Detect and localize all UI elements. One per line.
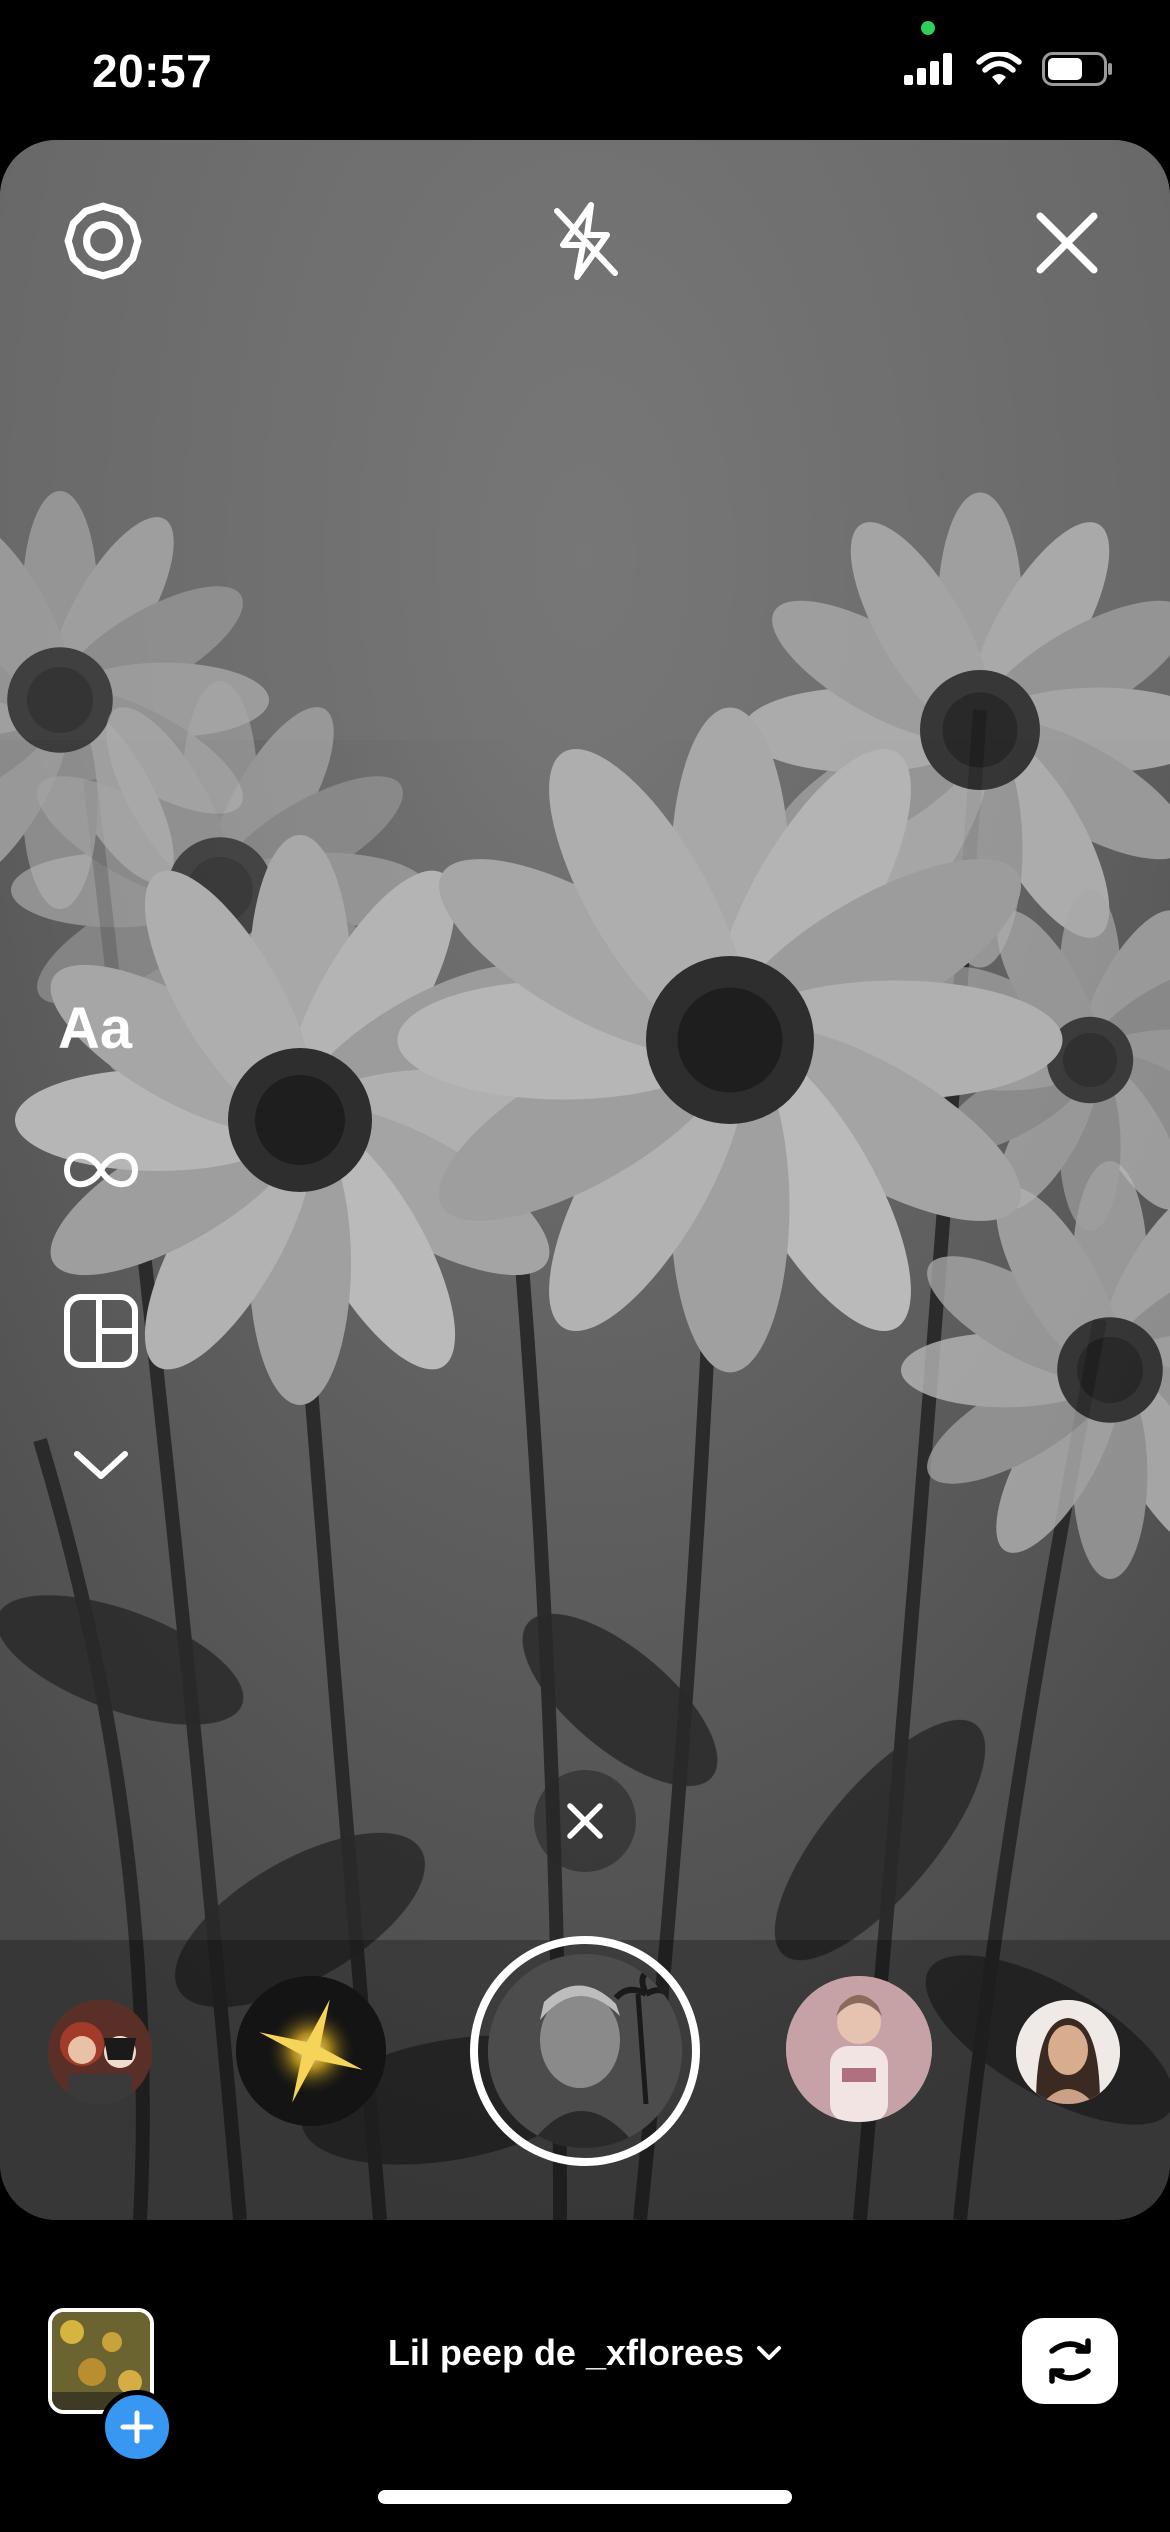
camera-viewport[interactable]: Aa [0,140,1170,2220]
effect-item-5[interactable] [1016,2000,1120,2104]
effect-item-1[interactable] [48,2000,152,2104]
layout-grid-icon [64,1294,138,1368]
chevron-down-icon [74,1451,128,1479]
battery-icon [1042,52,1112,86]
effect-avatar-pink-icon [786,1976,932,2122]
status-bar: 20:57 [0,0,1170,140]
settings-button[interactable] [60,198,146,284]
effect-item-selected[interactable] [470,1936,700,2166]
close-camera-button[interactable] [1024,200,1110,286]
boomerang-infinity-icon [63,1152,139,1188]
selected-effect-icon [488,1954,682,2148]
camera-flip-icon [1049,2338,1091,2384]
close-icon [567,1803,603,1839]
cellular-signal-icon [904,53,952,85]
chevron-down-icon [757,2346,782,2360]
camera-preview-image [0,140,1170,2220]
close-icon [1036,212,1098,274]
selected-effect-preview [488,1954,682,2148]
status-time: 20:57 [92,45,213,97]
sparkle-star-icon [236,1976,386,2126]
flash-off-icon [554,202,618,280]
effect-avatar-illustration-icon [48,2000,152,2104]
remove-effect-button[interactable] [534,1770,636,1872]
status-icons [904,52,1114,86]
boomerang-button[interactable] [56,1140,146,1200]
effect-name-label: Lil peep de _xflorees [387,2332,745,2373]
more-tools-button[interactable] [66,1440,136,1490]
flip-camera-button[interactable] [1022,2318,1118,2404]
effect-avatar-portrait-icon [1016,2000,1120,2104]
wifi-icon [976,52,1022,85]
effect-item-4[interactable] [786,1976,932,2122]
privacy-indicator-dot [921,21,935,35]
effect-item-2[interactable] [236,1976,386,2126]
effect-name-selector[interactable]: Lil peep de _xflorees [0,2332,1170,2374]
home-indicator[interactable] [378,2490,792,2504]
plus-icon [120,2410,154,2444]
add-button[interactable] [100,2390,174,2464]
flash-toggle-button[interactable] [540,196,630,286]
layout-button[interactable] [58,1288,144,1374]
bottom-bar: Lil peep de _xflorees [0,2220,1170,2532]
create-text-button[interactable]: Aa [58,995,132,1062]
settings-gear-icon [64,202,142,280]
